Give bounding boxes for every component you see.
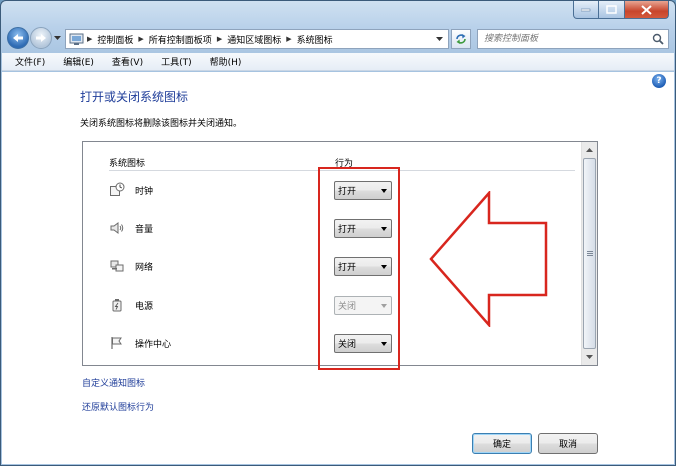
column-header-behavior: 行为 [335,159,354,169]
refresh-icon [456,34,466,44]
selected-value: 关闭 [338,302,357,312]
chevron-down-icon[interactable] [436,36,444,42]
search-icon[interactable] [652,33,664,45]
menu-file[interactable]: 文件(F) [6,55,54,68]
list-item-action-center: 操作中心 关闭 [109,332,569,354]
selected-value: 关闭 [338,340,357,350]
behavior-select-action-center[interactable]: 关闭 [334,334,392,353]
system-icons-list: 系统图标 行为 时钟 打开 音量 打开 网络 打开 电源 关闭 操作中心 关闭 [82,141,598,366]
close-icon [641,4,652,15]
flag-icon [111,337,122,349]
menu-edit[interactable]: 编辑(E) [54,55,103,68]
ok-button[interactable]: 确定 [472,433,532,454]
scroll-down-button[interactable] [582,349,597,365]
breadcrumb-separator: ▶ [138,35,144,43]
page-title: 打开或关闭系统图标 [80,90,189,104]
search-box [477,29,669,49]
close-button[interactable] [625,1,669,19]
item-label: 音量 [135,225,154,235]
search-input[interactable] [478,33,648,45]
maximize-button[interactable] [599,1,625,19]
chevron-down-icon [381,227,387,231]
vertical-scrollbar[interactable] [581,142,597,365]
minimize-button[interactable] [573,1,599,19]
item-label: 操作中心 [135,340,172,350]
refresh-button[interactable] [451,29,471,49]
speaker-icon [110,222,124,234]
chevron-down-icon [381,342,387,346]
arrow-left-icon [13,34,23,42]
page-description: 关闭系统图标将删除该图标并关闭通知。 [80,119,243,129]
clock-icon [110,182,125,196]
menu-view[interactable]: 查看(V) [103,55,152,68]
item-label: 时钟 [135,187,154,197]
chevron-down-icon [586,355,593,359]
help-button[interactable]: ? [652,74,666,88]
behavior-select-power[interactable]: 关闭 [334,296,392,315]
breadcrumb-notification-area[interactable]: 通知区域图标 [224,33,284,46]
breadcrumb-separator: ▶ [87,35,93,43]
list-content: 系统图标 行为 时钟 打开 音量 打开 网络 打开 电源 关闭 操作中心 关闭 [83,142,581,365]
header-divider [109,170,575,171]
menu-bar: 文件(F) 编辑(E) 查看(V) 工具(T) 帮助(H) [2,53,674,71]
chevron-down-icon [381,265,387,269]
breadcrumb-system-icons[interactable]: 系统图标 [294,33,336,46]
scroll-up-button[interactable] [582,142,597,158]
behavior-select-clock[interactable]: 打开 [334,181,392,200]
grip-icon [587,250,593,256]
forward-button[interactable] [30,27,52,49]
behavior-select-volume[interactable]: 打开 [334,219,392,238]
list-item-network: 网络 打开 [109,255,569,277]
customize-notification-icons-link[interactable]: 自定义通知图标 [82,376,145,389]
breadcrumb-control-panel[interactable]: 控制面板 [94,33,136,46]
item-label: 电源 [135,302,154,312]
list-item-volume: 音量 打开 [109,217,569,239]
selected-value: 打开 [338,225,357,235]
window: ▶ 控制面板 ▶ 所有控制面板项 ▶ 通知区域图标 ▶ 系统图标 搜索控制面板 … [0,0,676,466]
scrollbar-thumb[interactable] [583,158,596,349]
address-bar[interactable]: ▶ 控制面板 ▶ 所有控制面板项 ▶ 通知区域图标 ▶ 系统图标 [65,29,449,49]
breadcrumb-all-items[interactable]: 所有控制面板项 [146,33,215,46]
power-icon [112,299,122,312]
item-label: 网络 [135,263,154,273]
recent-pages-dropdown[interactable] [54,33,62,43]
list-item-power: 电源 关闭 [109,294,569,316]
chevron-down-icon [381,189,387,193]
selected-value: 打开 [338,263,357,273]
cancel-button[interactable]: 取消 [538,433,598,454]
behavior-select-network[interactable]: 打开 [334,257,392,276]
control-panel-icon [69,33,84,45]
back-button[interactable] [7,27,29,49]
breadcrumb-separator: ▶ [286,35,292,43]
column-header-system-icons: 系统图标 [109,159,146,169]
selected-value: 打开 [338,187,357,197]
chevron-down-icon [381,304,387,308]
arrow-right-icon [36,34,46,42]
menu-help[interactable]: 帮助(H) [201,55,251,68]
restore-default-behaviors-link[interactable]: 还原默认图标行为 [82,400,154,413]
content-area: ? 打开或关闭系统图标 关闭系统图标将删除该图标并关闭通知。 系统图标 行为 时… [2,72,674,464]
question-icon: ? [656,76,662,86]
minimize-icon [581,8,591,11]
menu-tools[interactable]: 工具(T) [152,55,201,68]
network-icon [110,260,124,272]
navigation-bar: ▶ 控制面板 ▶ 所有控制面板项 ▶ 通知区域图标 ▶ 系统图标 [1,27,675,49]
caption-buttons [573,1,669,19]
maximize-icon [606,5,617,14]
chevron-up-icon [586,148,593,152]
breadcrumb-separator: ▶ [216,35,223,43]
list-item-clock: 时钟 打开 [109,179,569,201]
